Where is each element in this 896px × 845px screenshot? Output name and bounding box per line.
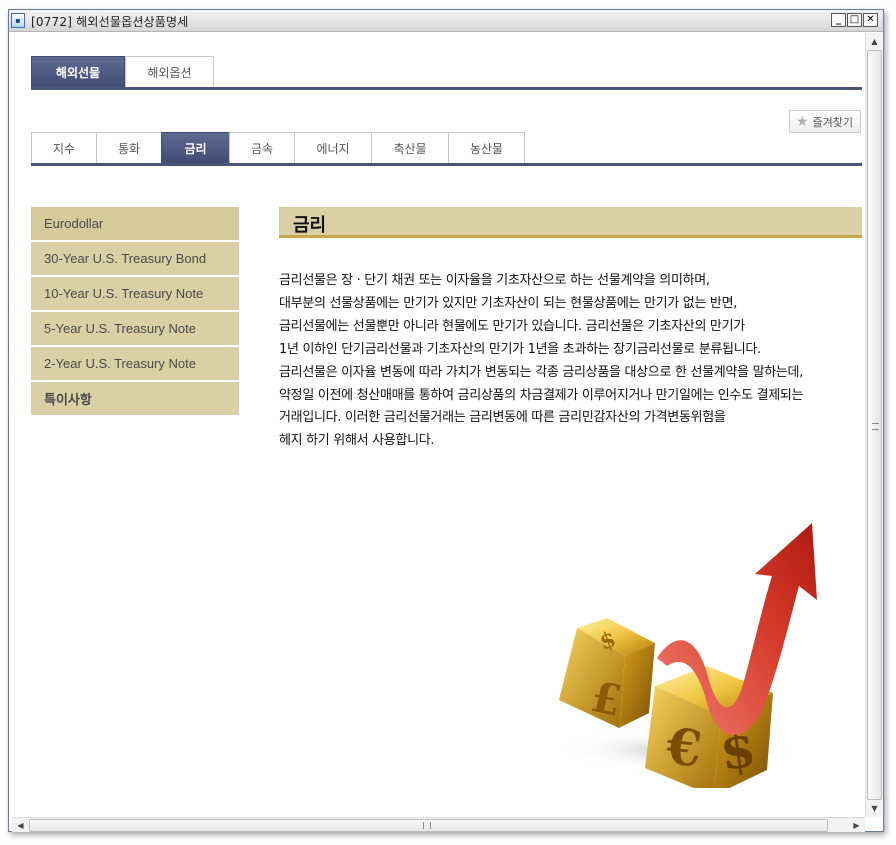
scroll-grip-icon [872, 423, 879, 430]
title-bar[interactable]: ▪ [0772] 해외선물옵션상품명세 _ □ ✕ [9, 10, 883, 32]
menu-item-5y-note[interactable]: 5-Year U.S. Treasury Note [31, 312, 239, 345]
product-menu: Eurodollar 30-Year U.S. Treasury Bond 10… [31, 207, 239, 417]
scroll-down-icon[interactable]: ▼ [866, 800, 883, 817]
menu-item-10y-note[interactable]: 10-Year U.S. Treasury Note [31, 277, 239, 310]
description-line: 금리선물에는 선물뿐만 아니라 현물에도 만기가 있습니다. 금리선물은 기초자… [279, 318, 745, 334]
tab-metals[interactable]: 금속 [229, 132, 294, 163]
horizontal-scrollbar[interactable]: ◀ ▶ [12, 817, 865, 832]
tab-livestock[interactable]: 축산물 [371, 132, 448, 163]
content-title: 금리 [293, 215, 327, 236]
menu-item-30y-bond[interactable]: 30-Year U.S. Treasury Bond [31, 242, 239, 275]
scroll-up-icon[interactable]: ▲ [866, 33, 883, 50]
star-icon: ★ [796, 113, 809, 130]
minimize-icon[interactable]: _ [831, 13, 846, 27]
tab-overseas-futures[interactable]: 해외선물 [31, 56, 125, 88]
menu-item-special-notes[interactable]: 특이사항 [31, 382, 239, 415]
description-line: 1년 이하인 단기금리선물과 기초자산의 만기가 1년을 초과하는 장기금리선물… [279, 341, 761, 357]
close-icon[interactable]: ✕ [863, 13, 878, 27]
favorite-button[interactable]: ★ 즐겨찾기 [789, 110, 861, 133]
maximize-icon[interactable]: □ [847, 13, 862, 27]
window-app-icon[interactable]: ▪ [11, 13, 25, 28]
description-line: 금리선물은 장 · 단기 채권 또는 이자율을 기초자산으로 하는 선물계약을 … [279, 273, 710, 288]
scroll-grip-icon [423, 822, 431, 829]
tab-overseas-options[interactable]: 해외옵션 [125, 56, 214, 88]
window-title: [0772] 해외선물옵션상품명세 [31, 15, 189, 29]
pound-die-shape: £ $ [559, 618, 655, 728]
content-header: 금리 [279, 207, 862, 238]
tab-interest-rate[interactable]: 금리 [161, 132, 229, 163]
top-tab-divider [31, 87, 862, 90]
top-tab-bar: 해외선물 해외옵션 [31, 56, 214, 88]
vertical-scroll-thumb[interactable] [867, 50, 882, 800]
description-line: 금리선물은 이자율 변동에 따라 가치가 변동되는 각종 금리상품을 대상으로 … [279, 364, 804, 380]
tab-energy[interactable]: 에너지 [294, 132, 371, 163]
client-area: 해외선물 해외옵션 ★ 즐겨찾기 지수 통화 금리 금속 에너지 축산물 농산물… [12, 33, 865, 817]
favorite-button-label: 즐겨찾기 [812, 115, 854, 129]
horizontal-scroll-thumb[interactable] [29, 819, 828, 832]
description-line: 약정일 이전에 청산매매를 통하여 금리상품의 차금결제가 이루어지거나 만기일… [279, 387, 804, 403]
description-line: 거래입니다. 이러한 금리선물거래는 금리변동에 따른 금리민감자산의 가격변동… [279, 410, 726, 426]
vertical-scrollbar[interactable]: ▲ ▼ [865, 33, 882, 817]
sub-tab-divider [31, 163, 862, 166]
content-description: 금리선물은 장 · 단기 채권 또는 이자율을 기초자산으로 하는 선물계약을 … [279, 270, 865, 453]
sub-tab-bar: 지수 통화 금리 금속 에너지 축산물 농산물 [31, 132, 525, 163]
tab-currency[interactable]: 통화 [96, 132, 161, 163]
description-line: 헤지 하기 위해서 사용합니다. [279, 433, 435, 449]
currency-dice-rising-arrow-image: £ $ € $ [557, 523, 817, 788]
svg-text:€: € [663, 716, 705, 778]
scroll-right-icon[interactable]: ▶ [848, 818, 865, 833]
tab-index[interactable]: 지수 [31, 132, 96, 163]
tab-agriculture[interactable]: 농산물 [448, 132, 525, 163]
description-line: 대부분의 선물상품에는 만기가 있지만 기초자산이 되는 현물상품에는 만기가 … [279, 295, 738, 311]
menu-item-2y-note[interactable]: 2-Year U.S. Treasury Note [31, 347, 239, 380]
app-window: ▪ [0772] 해외선물옵션상품명세 _ □ ✕ 해외선물 해외옵션 ★ 즐겨… [8, 9, 884, 832]
menu-item-eurodollar[interactable]: Eurodollar [31, 207, 239, 240]
scroll-left-icon[interactable]: ◀ [12, 818, 29, 833]
